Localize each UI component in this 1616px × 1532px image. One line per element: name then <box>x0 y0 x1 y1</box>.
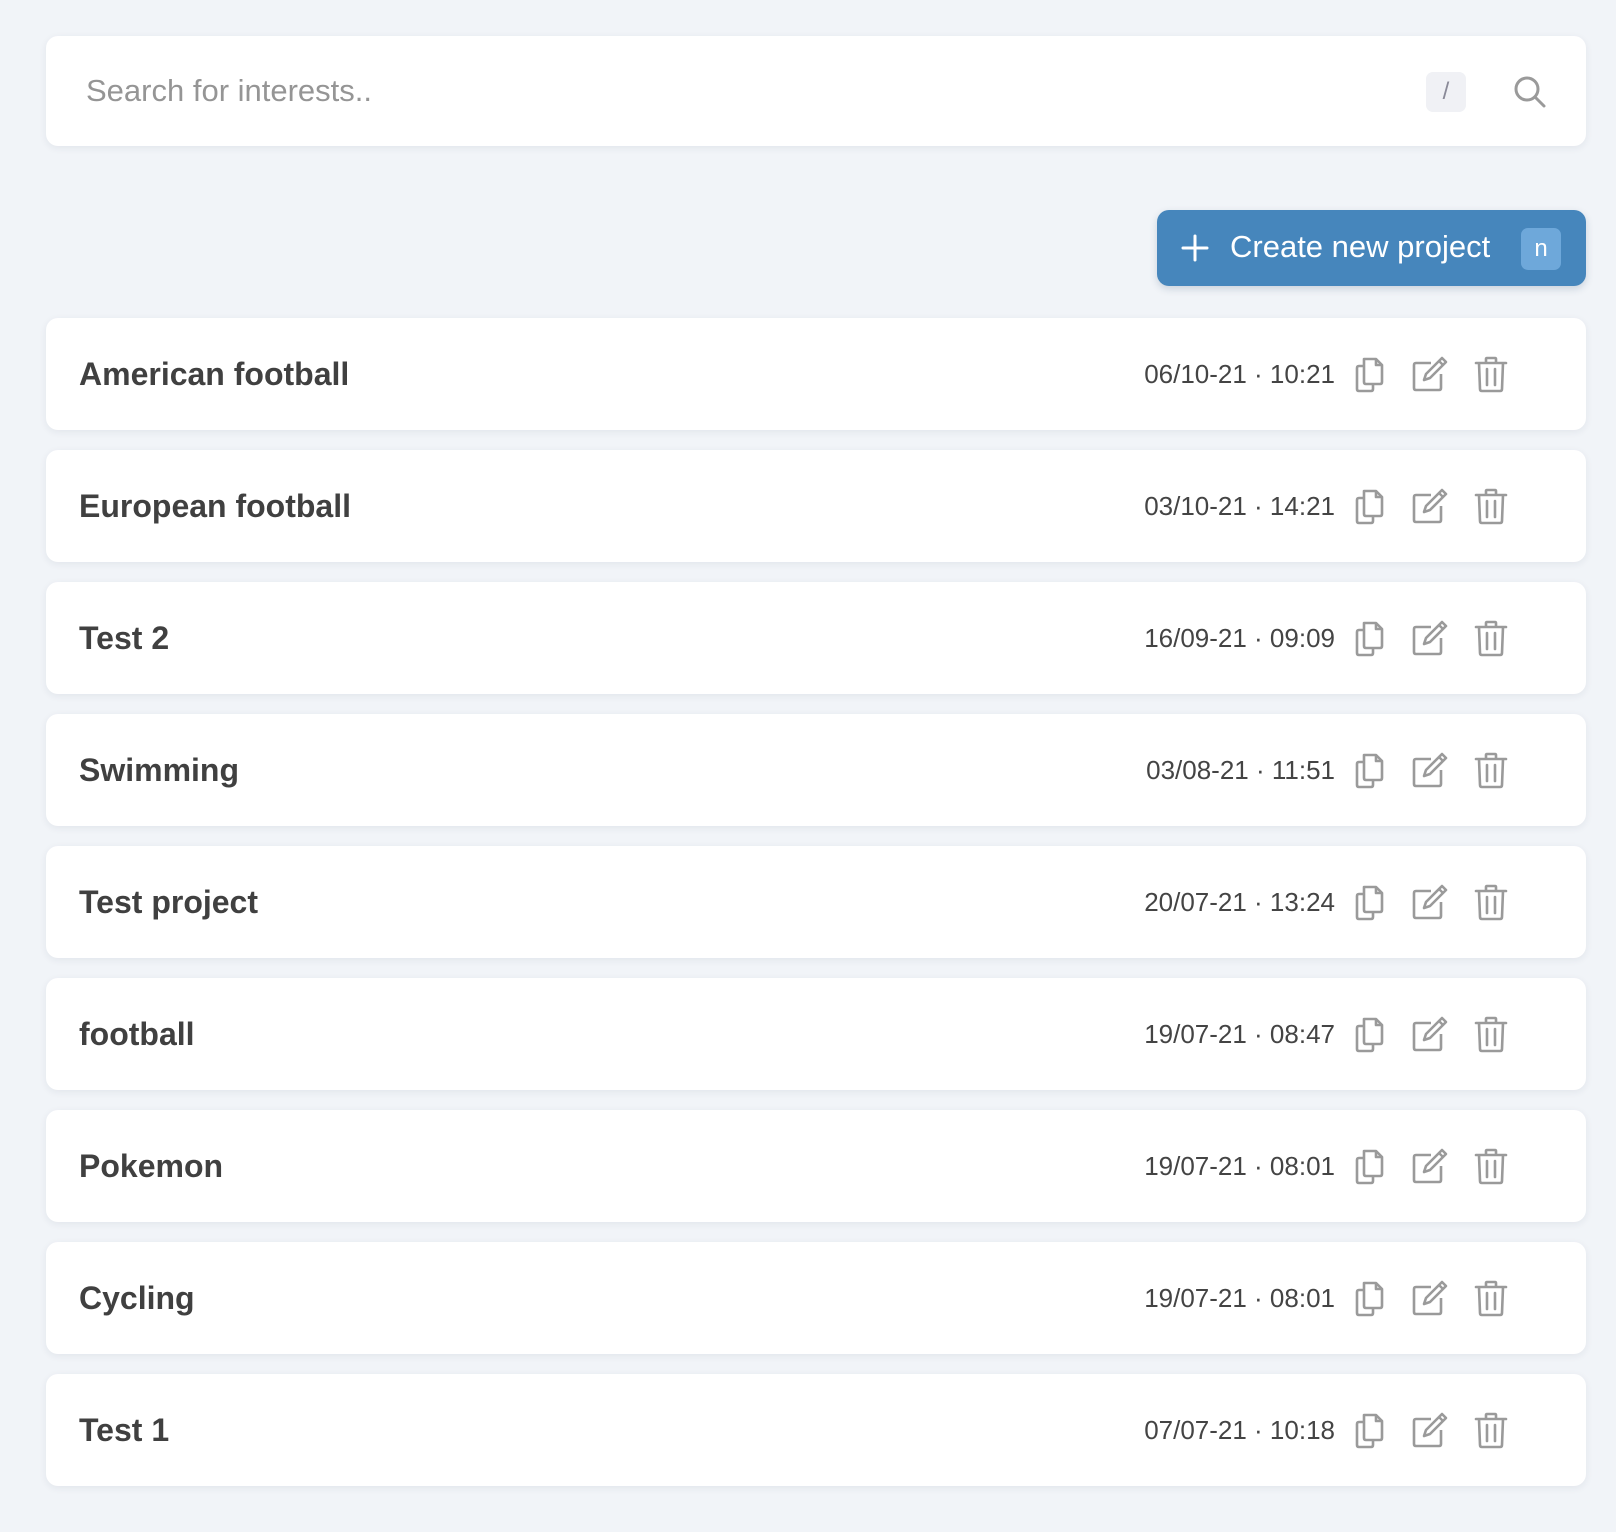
project-date: 16/09-21 · 09:09 <box>1144 623 1335 653</box>
trash-icon[interactable] <box>1471 354 1511 394</box>
search-input[interactable] <box>86 64 1426 118</box>
project-row[interactable]: Cycling 19/07-21 · 08:01 <box>46 1242 1586 1354</box>
search-icon[interactable] <box>1512 74 1548 110</box>
copy-icon[interactable] <box>1349 882 1389 922</box>
edit-icon[interactable] <box>1409 618 1449 658</box>
trash-icon[interactable] <box>1471 750 1511 790</box>
edit-icon[interactable] <box>1409 354 1449 394</box>
edit-icon[interactable] <box>1409 1146 1449 1186</box>
project-title: football <box>79 1016 195 1052</box>
project-title: Test 1 <box>79 1412 170 1448</box>
project-row[interactable]: Test 1 07/07-21 · 10:18 <box>46 1374 1586 1486</box>
copy-icon[interactable] <box>1349 1410 1389 1450</box>
project-date: 19/07-21 · 08:01 <box>1144 1283 1335 1313</box>
search-shortcut-badge: / <box>1426 72 1466 112</box>
copy-icon[interactable] <box>1349 1278 1389 1318</box>
trash-icon[interactable] <box>1471 486 1511 526</box>
project-date: 06/10-21 · 10:21 <box>1144 359 1335 389</box>
project-row[interactable]: football 19/07-21 · 08:47 <box>46 978 1586 1090</box>
trash-icon[interactable] <box>1471 1014 1511 1054</box>
project-row[interactable]: American football 06/10-21 · 10:21 <box>46 318 1586 430</box>
copy-icon[interactable] <box>1349 750 1389 790</box>
project-row[interactable]: Swimming 03/08-21 · 11:51 <box>46 714 1586 826</box>
copy-icon[interactable] <box>1349 354 1389 394</box>
project-title: Test 2 <box>79 620 170 656</box>
trash-icon[interactable] <box>1471 1146 1511 1186</box>
trash-icon[interactable] <box>1471 618 1511 658</box>
project-title: Test project <box>79 884 258 920</box>
project-title: Cycling <box>79 1280 195 1316</box>
project-title: Pokemon <box>79 1148 224 1184</box>
edit-icon[interactable] <box>1409 1014 1449 1054</box>
edit-icon[interactable] <box>1409 882 1449 922</box>
copy-icon[interactable] <box>1349 1146 1389 1186</box>
edit-icon[interactable] <box>1409 1410 1449 1450</box>
project-date: 20/07-21 · 13:24 <box>1144 887 1335 917</box>
project-title: Swimming <box>79 752 240 788</box>
copy-icon[interactable] <box>1349 1014 1389 1054</box>
project-date: 19/07-21 · 08:47 <box>1144 1019 1335 1049</box>
trash-icon[interactable] <box>1471 1410 1511 1450</box>
create-button-label: Create new project <box>1230 229 1491 264</box>
project-title: European football <box>79 488 351 524</box>
search-bar: / <box>46 36 1586 146</box>
copy-icon[interactable] <box>1349 618 1389 658</box>
project-list: American football 06/10-21 · 10:21 Europ… <box>46 318 1586 1506</box>
plus-icon <box>1179 232 1211 264</box>
project-date: 19/07-21 · 08:01 <box>1144 1151 1335 1181</box>
create-new-project-button[interactable]: Create new project n <box>1157 210 1586 286</box>
create-shortcut-badge: n <box>1521 228 1561 270</box>
trash-icon[interactable] <box>1471 882 1511 922</box>
project-title: American football <box>79 356 350 392</box>
project-row[interactable]: Pokemon 19/07-21 · 08:01 <box>46 1110 1586 1222</box>
copy-icon[interactable] <box>1349 486 1389 526</box>
trash-icon[interactable] <box>1471 1278 1511 1318</box>
project-row[interactable]: Test 2 16/09-21 · 09:09 <box>46 582 1586 694</box>
project-row[interactable]: Test project 20/07-21 · 13:24 <box>46 846 1586 958</box>
project-date: 03/08-21 · 11:51 <box>1146 755 1335 785</box>
edit-icon[interactable] <box>1409 486 1449 526</box>
project-row[interactable]: European football 03/10-21 · 14:21 <box>46 450 1586 562</box>
edit-icon[interactable] <box>1409 1278 1449 1318</box>
project-date: 03/10-21 · 14:21 <box>1144 491 1335 521</box>
edit-icon[interactable] <box>1409 750 1449 790</box>
project-date: 07/07-21 · 10:18 <box>1144 1415 1335 1445</box>
